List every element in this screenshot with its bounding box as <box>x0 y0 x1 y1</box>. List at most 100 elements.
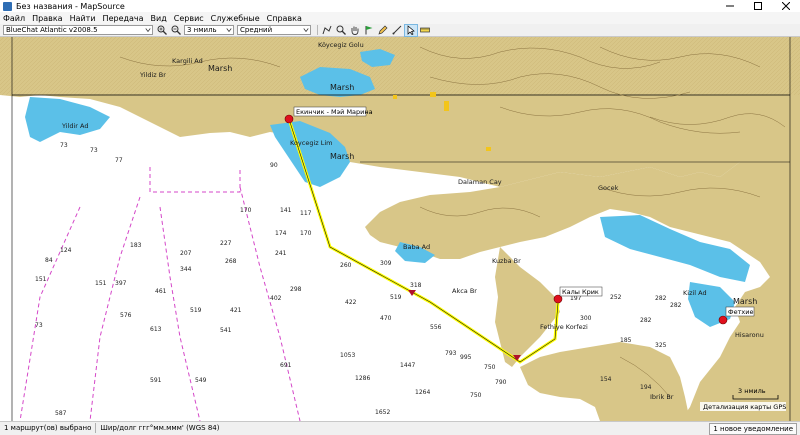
zoom-tool-button[interactable] <box>335 25 347 36</box>
nautical-chart[interactable]: 73 73 77 90 170 141 117 174 170 227 207 183 124 1… <box>0 37 800 421</box>
svg-text:790: 790 <box>495 379 507 386</box>
svg-text:750: 750 <box>484 364 496 371</box>
track-tool-button[interactable] <box>377 25 389 36</box>
window-title: Без названия - MapSource <box>16 1 125 11</box>
place-label: Dalaman Cay <box>458 178 502 186</box>
place-label: Gocek <box>598 184 619 192</box>
waypoint-icon[interactable] <box>718 315 728 325</box>
place-label: Ibrik Br <box>650 393 674 401</box>
close-button[interactable] <box>772 0 800 12</box>
svg-text:117: 117 <box>300 210 312 217</box>
route-tool-button[interactable] <box>321 25 333 36</box>
distance-tool-button[interactable] <box>419 25 431 36</box>
svg-text:300: 300 <box>580 315 592 322</box>
select-tool-button[interactable] <box>404 23 418 37</box>
place-label: Marsh <box>733 297 757 306</box>
svg-text:170: 170 <box>300 230 312 237</box>
toolbar: BlueChat Atlantic v2008.5 3 нмиль Средни… <box>0 23 800 37</box>
place-label: Marsh <box>330 83 354 92</box>
app-icon <box>3 1 12 11</box>
place-label: Marsh <box>208 64 232 73</box>
coordinate-format: Шир/долг ггг°мм.ммм' (WGS 84) <box>100 424 220 432</box>
menu-find[interactable]: Найти <box>70 14 96 23</box>
measure-tool-button[interactable] <box>391 25 403 36</box>
svg-text:185: 185 <box>620 337 632 344</box>
svg-text:183: 183 <box>130 242 142 249</box>
svg-text:73: 73 <box>35 322 43 329</box>
svg-text:750: 750 <box>470 392 482 399</box>
toolbar-separator <box>317 25 318 35</box>
svg-text:84: 84 <box>45 257 53 264</box>
svg-text:318: 318 <box>410 282 422 289</box>
svg-text:421: 421 <box>230 307 242 314</box>
place-label: Hisaronu <box>735 331 764 339</box>
scale-label: 3 нмиль <box>738 387 766 395</box>
svg-text:470: 470 <box>380 315 392 322</box>
svg-text:519: 519 <box>390 294 402 301</box>
chevron-down-icon <box>225 26 233 34</box>
magnifier-icon <box>336 25 346 35</box>
menu-help[interactable]: Справка <box>267 14 302 23</box>
svg-text:1053: 1053 <box>340 352 355 359</box>
svg-text:124: 124 <box>60 247 72 254</box>
zoom-in-button[interactable] <box>156 25 168 36</box>
svg-text:174: 174 <box>275 230 287 237</box>
svg-text:151: 151 <box>95 280 107 287</box>
place-label: Kuzba Br <box>492 257 521 265</box>
menu-view[interactable]: Вид <box>151 14 167 23</box>
svg-text:549: 549 <box>195 377 207 384</box>
svg-text:556: 556 <box>430 324 442 331</box>
pointer-icon <box>407 25 415 35</box>
waypoint-icon[interactable] <box>284 114 294 124</box>
svg-text:282: 282 <box>640 317 652 324</box>
svg-text:1652: 1652 <box>375 409 390 416</box>
place-label: Akca Br <box>452 287 477 295</box>
menu-file[interactable]: Файл <box>3 14 25 23</box>
svg-text:170: 170 <box>240 207 252 214</box>
zoom-out-icon <box>171 25 181 35</box>
svg-text:207: 207 <box>180 250 192 257</box>
svg-text:587: 587 <box>55 410 67 417</box>
place-label: Marsh <box>330 152 354 161</box>
place-label: Kizil Ad <box>683 289 707 297</box>
waypoint-tool-button[interactable] <box>363 25 375 36</box>
place-label: Koycegiz Lim <box>290 139 333 147</box>
menu-bar: Файл Правка Найти Передача Вид Сервис Сл… <box>0 12 800 24</box>
zoom-level-select[interactable]: 3 нмиль <box>184 25 234 35</box>
svg-text:252: 252 <box>610 294 622 301</box>
ruler-icon <box>392 25 402 35</box>
map-product-value: BlueChat Atlantic v2008.5 <box>6 26 98 34</box>
waypoint-label: Калы Крик <box>562 288 599 296</box>
menu-edit[interactable]: Правка <box>32 14 62 23</box>
maximize-button[interactable] <box>744 0 772 12</box>
svg-text:227: 227 <box>220 240 232 247</box>
zoom-in-icon <box>157 25 167 35</box>
svg-text:576: 576 <box>120 312 132 319</box>
svg-text:1264: 1264 <box>415 389 430 396</box>
route-tool-icon <box>322 25 332 35</box>
menu-transfer[interactable]: Передача <box>103 14 144 23</box>
svg-text:1447: 1447 <box>400 362 415 369</box>
map-view[interactable]: 73 73 77 90 170 141 117 174 170 227 207 183 124 1… <box>0 37 800 421</box>
svg-text:402: 402 <box>270 295 282 302</box>
map-product-select[interactable]: BlueChat Atlantic v2008.5 <box>3 25 153 35</box>
notification-badge[interactable]: 1 новое уведомление <box>709 423 797 435</box>
chevron-down-icon <box>144 26 152 34</box>
menu-service[interactable]: Сервис <box>174 14 204 23</box>
svg-text:90: 90 <box>270 162 278 169</box>
svg-text:154: 154 <box>600 376 612 383</box>
chevron-down-icon <box>302 26 310 34</box>
svg-text:995: 995 <box>460 354 472 361</box>
place-label: Yildiz Br <box>139 71 166 79</box>
zoom-out-button[interactable] <box>170 25 182 36</box>
detail-level-select[interactable]: Средний <box>237 25 311 35</box>
map-detail-label: Детализация карты GPS <box>703 403 786 411</box>
status-bar: 1 маршрут(ов) выбрано Шир/долг ггг°мм.мм… <box>0 421 800 435</box>
svg-text:141: 141 <box>280 207 292 214</box>
svg-text:461: 461 <box>155 288 167 295</box>
svg-text:541: 541 <box>220 327 232 334</box>
pan-tool-button[interactable] <box>349 25 361 36</box>
menu-utilities[interactable]: Служебные <box>211 14 260 23</box>
svg-text:77: 77 <box>115 157 123 164</box>
minimize-button[interactable] <box>716 0 744 12</box>
